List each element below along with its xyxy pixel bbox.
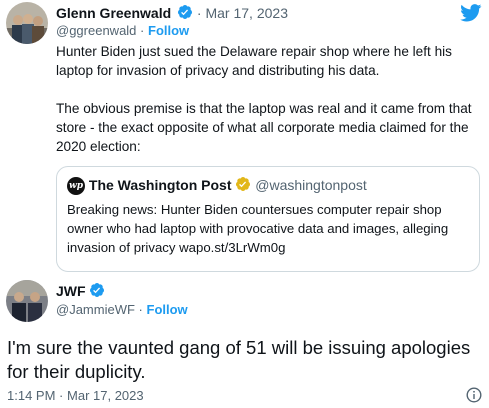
tweet-body: Hunter Biden just sued the Delaware repa… [56,42,484,156]
reply-author-handle[interactable]: @JammieWF [56,302,135,317]
reply-follow-button[interactable]: Follow [147,302,188,317]
timestamp-separator: · [59,388,64,403]
reply-author-name[interactable]: JWF [56,283,86,299]
verified-gold-badge-icon [235,176,251,196]
date-separator: · [196,5,202,21]
reply-body-line: I'm sure the vaunted gang of 51 will be … [7,337,471,358]
avatar[interactable] [6,2,48,44]
quote-body: Breaking news: Hunter Biden countersues … [67,200,475,257]
tweet-body-line: Hunter Biden just sued the Delaware repa… [56,44,452,59]
reply-time: 1:14 PM [7,388,56,403]
quote-body-line: invasion of privacy wapo.st/3LrWm0g [67,240,286,255]
tweet-body-line: laptop for invasion of privacy and distr… [56,63,380,78]
reply-avatar[interactable] [6,280,48,322]
reply-handle-row: @JammieWF · Follow [56,302,188,317]
handle-separator: · [140,23,145,38]
avatar-photo-icon [6,280,48,322]
verified-badge-icon [177,4,193,24]
author-row: Glenn Greenwald · Mar 17, 2023 [56,4,288,24]
washington-post-logo-icon: wp [67,177,85,196]
quote-author-handle: @washingtonpost [255,177,367,193]
tweet-body-line: store - the exact opposite of what all c… [56,120,469,135]
reply-body: I'm sure the vaunted gang of 51 will be … [7,336,481,384]
reply-body-line: for their duplicity. [7,361,146,382]
tweet-body-line [56,80,484,99]
twitter-bird-icon[interactable] [460,4,482,27]
follow-button[interactable]: Follow [148,23,189,38]
tweet-date[interactable]: Mar 17, 2023 [205,5,288,21]
info-icon[interactable] [466,387,482,408]
quoted-tweet-card[interactable]: wp The Washington Post @washingtonpost B… [56,166,480,272]
quote-author-row: wp The Washington Post @washingtonpost [67,176,367,196]
tweet-body-line: The obvious premise is that the laptop w… [56,101,472,116]
reply-date: Mar 17, 2023 [67,388,144,403]
quote-author-name: The Washington Post [88,177,232,193]
reply-timestamp[interactable]: 1:14 PM · Mar 17, 2023 [7,388,144,403]
avatar-photo-icon [6,2,48,44]
quote-body-line: Breaking news: Hunter Biden countersues … [67,202,442,217]
verified-badge-icon [89,282,105,302]
tweet-body-line: 2020 election: [56,139,141,154]
reply-author-row: JWF [56,282,105,302]
author-handle[interactable]: @ggreenwald [56,23,136,38]
quote-body-line: owner who had laptop with provocative da… [67,221,449,236]
author-name[interactable]: Glenn Greenwald [56,5,171,21]
handle-separator: · [138,302,143,317]
handle-row: @ggreenwald · Follow [56,23,189,38]
